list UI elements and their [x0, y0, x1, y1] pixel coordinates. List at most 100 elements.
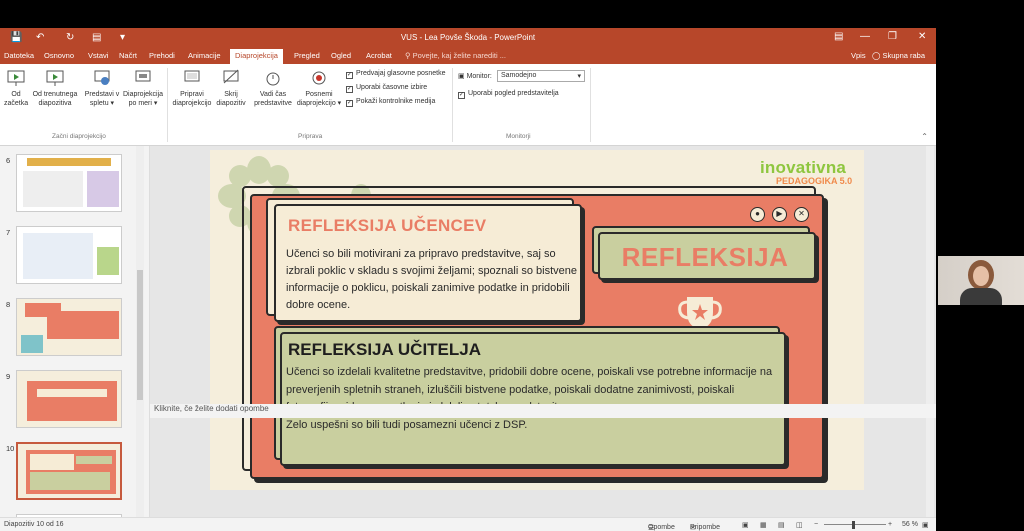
show-media-controls-checkbox[interactable]: ✓ Pokaži kontrolnike medija	[346, 98, 435, 107]
thumbnail-number: 6	[6, 156, 11, 165]
ribbon-separator	[590, 68, 591, 142]
normal-view-icon[interactable]: ▣	[742, 521, 749, 529]
present-online-button[interactable]: Predstavi v spletu ▾	[82, 68, 122, 108]
checkbox-checked: ✓	[346, 100, 353, 107]
from-current-slide-button[interactable]: Od trenutnega diapozitiva	[30, 68, 80, 108]
notes-pane[interactable]: Kliknite, če želite dodati opombe	[150, 404, 936, 418]
custom-slideshow-label: Diaprojekcija	[122, 91, 164, 98]
setup-slideshow-icon	[184, 70, 200, 82]
scrollbar-thumb[interactable]	[137, 270, 143, 400]
slideshow-icon[interactable]: ◫	[796, 521, 803, 529]
window-title: VUS - Lea Povše Škoda - PowerPoint	[400, 33, 536, 42]
presenter-view-label: Uporabi pogled predstavitelja	[468, 90, 559, 97]
slide-canvas: inovativna PEDAGOGIKA 5.0 ● ▶ ✕ REFLEKSI…	[210, 150, 864, 490]
zoom-slider-handle[interactable]	[852, 521, 855, 529]
tell-me-search[interactable]: ⚲ Povejte, kaj želite narediti ...	[405, 51, 506, 60]
reflection-title: REFLEKSIJA	[621, 242, 789, 272]
from-current-label-2: diapozitiva	[38, 100, 72, 107]
custom-slideshow-button[interactable]: Diaprojekcija po meri ▾	[122, 68, 164, 108]
group-label-start: Začni diaprojekcijo	[52, 133, 106, 140]
share-label: Skupna raba	[882, 51, 926, 60]
tab-datoteka[interactable]: Datoteka	[4, 51, 34, 60]
teacher-reflection-heading: REFLEKSIJA UČITELJA	[288, 340, 482, 359]
minimize-icon[interactable]: —	[860, 31, 870, 42]
from-beginning-label: Od	[11, 91, 21, 98]
restore-icon[interactable]: ❐	[888, 31, 897, 42]
students-reflection-text: Učenci so bili motivirani za pripravo pr…	[286, 248, 578, 311]
tab-ogled[interactable]: Ogled	[331, 51, 351, 60]
slide-editor: inovativna PEDAGOGIKA 5.0 ● ▶ ✕ REFLEKSI…	[150, 146, 936, 518]
play-narrations-checkbox[interactable]: ✓ Predvajaj glasovne posnetke	[346, 70, 446, 79]
slide-thumbnail-selected[interactable]	[16, 442, 122, 500]
monitor-label-text: Monitor:	[466, 73, 492, 80]
tab-prehodi[interactable]: Prehodi	[149, 51, 175, 60]
monitor-icon: ▣	[458, 73, 467, 80]
rehearse-timings-button[interactable]: Vadi čas predstavitve	[252, 68, 294, 108]
tab-animacije[interactable]: Animacije	[188, 51, 221, 60]
monitor-select[interactable]: Samodejno ▾	[497, 70, 585, 82]
fit-to-window-icon[interactable]: ▣	[922, 521, 929, 529]
play-narrations-label: Predvajaj glasovne posnetke	[356, 70, 446, 77]
teacher-reflection-paragraph: Zelo uspešni so bili tudi posamezni učen…	[286, 418, 528, 431]
collapse-ribbon-icon[interactable]: ⌃	[921, 132, 928, 141]
zoom-level[interactable]: 56 %	[902, 521, 918, 528]
reading-view-icon[interactable]: ▤	[778, 521, 785, 529]
slideshow-start-icon	[7, 70, 25, 86]
teacher-reflection-text: Učenci so izdelali kvalitetne predstavit…	[286, 364, 784, 434]
setup-label-2: diaprojekcijo	[172, 100, 212, 107]
zoom-slider[interactable]	[824, 524, 886, 525]
show-media-controls-label: Pokaži kontrolnike medija	[356, 98, 436, 105]
record-label-2: diaprojekcijo ▾	[296, 100, 342, 107]
slideshow-current-icon	[46, 70, 64, 86]
ribbon-display-icon[interactable]: ▤	[834, 31, 843, 42]
close-icon[interactable]: ✕	[918, 31, 926, 42]
tab-osnovno[interactable]: Osnovno	[44, 51, 74, 60]
powerpoint-window: 💾 ↶ ↻ ▤ ▾ VUS - Lea Povše Škoda - PowerP…	[0, 28, 936, 531]
monitor-label: ▣ Monitor:	[458, 72, 492, 80]
thumbnail-number: 9	[6, 372, 11, 381]
zoom-in-icon[interactable]: +	[888, 521, 892, 528]
monitor-select-value: Samodejno	[501, 72, 537, 79]
from-beginning-button[interactable]: Od začetka	[4, 68, 28, 108]
comments-toggle-label: Pripombe	[690, 524, 720, 531]
slide-thumbnail[interactable]	[16, 154, 122, 212]
presenter-view-checkbox[interactable]: ✓ Uporabi pogled predstavitelja	[458, 90, 559, 99]
screen: 💾 ↶ ↻ ▤ ▾ VUS - Lea Povše Škoda - PowerP…	[0, 0, 1024, 531]
zoom-out-icon[interactable]: −	[814, 521, 818, 528]
record-icon: ●	[750, 207, 765, 222]
tab-nacrt[interactable]: Načrt	[119, 51, 137, 60]
group-label-monitors: Monitorji	[506, 133, 531, 140]
from-beginning-label-2: začetka	[4, 100, 29, 107]
tab-vstavi[interactable]: Vstavi	[88, 51, 108, 60]
lightbulb-icon: ⚲	[405, 51, 411, 60]
person-face	[973, 266, 989, 286]
thumbnail-number: 10	[6, 444, 15, 453]
notes-placeholder: Kliknite, če želite dodati opombe	[154, 404, 269, 413]
editor-scrollbar[interactable]	[926, 146, 934, 518]
slide-thumbnail[interactable]	[16, 298, 122, 356]
slide-thumbnail[interactable]	[16, 370, 122, 428]
thumbnails-scrollbar[interactable]	[136, 146, 144, 518]
hide-slide-icon	[223, 69, 239, 84]
stopwatch-icon	[266, 72, 280, 86]
use-timings-checkbox[interactable]: ✓ Uporabi časovne izbire	[346, 84, 427, 93]
setup-slideshow-button[interactable]: Pripravi diaprojekcijo	[170, 68, 214, 108]
thumbnail-number: 7	[6, 228, 11, 237]
sign-in-link[interactable]: Vpis	[851, 51, 866, 60]
ribbon-tabs: Datoteka Osnovno Vstavi Načrt Prehodi An…	[0, 48, 936, 64]
rehearse-label-2: predstavitve	[254, 100, 292, 107]
tab-acrobat[interactable]: Acrobat	[366, 51, 392, 60]
hide-slide-button[interactable]: Skrij diapozitiv	[214, 68, 248, 108]
close-icon: ✕	[794, 207, 809, 222]
record-slideshow-button[interactable]: Posnemi diaprojekcijo ▾	[296, 68, 342, 108]
hide-slide-label-2: diapozitiv	[216, 100, 246, 107]
tab-diaprojekcija[interactable]: Diaprojekcija	[230, 49, 283, 64]
checkbox-checked: ✓	[346, 86, 353, 93]
slide-sorter-icon[interactable]: ▦	[760, 521, 767, 529]
tab-pregled[interactable]: Pregled	[294, 51, 320, 60]
rehearse-label: Vadi čas	[259, 91, 287, 98]
share-button[interactable]: ◯ Skupna raba	[872, 51, 925, 60]
play-icon: ▶	[772, 207, 787, 222]
slide-thumbnail[interactable]	[16, 226, 122, 284]
slide-thumbnails-pane: 6 7 8 9 10	[0, 146, 150, 525]
